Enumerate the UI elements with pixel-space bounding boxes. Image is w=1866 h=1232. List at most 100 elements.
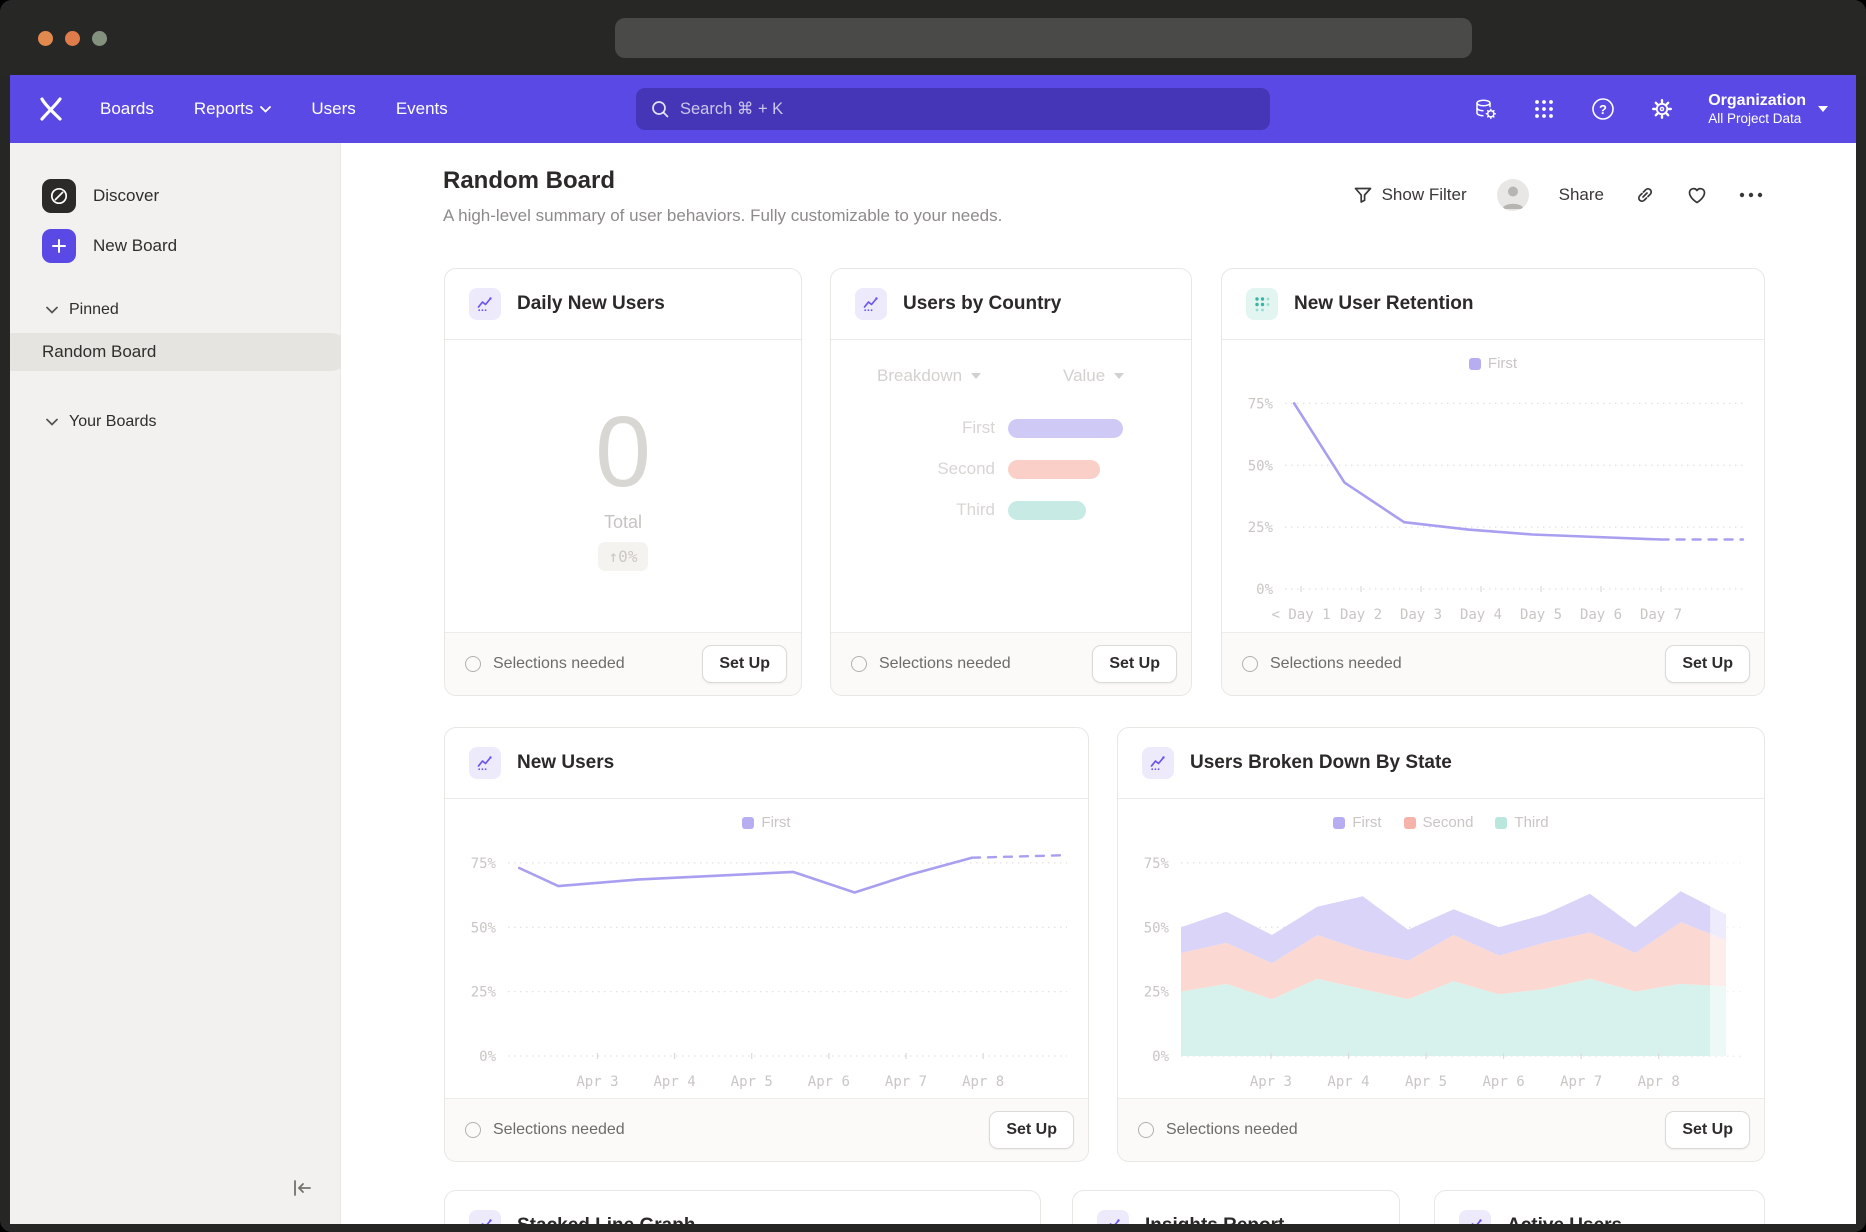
nav-users[interactable]: Users (311, 99, 355, 119)
chart-legend: First (445, 814, 1088, 831)
value-dropdown[interactable]: Value (1063, 366, 1124, 386)
svg-text:50%: 50% (1248, 458, 1274, 474)
sidebar: Discover New Board Pinned Random Board Y… (10, 143, 341, 1224)
section-label: Your Boards (69, 413, 156, 431)
stacked-area-chart: 75%50%25%0%Apr 3Apr 4Apr 5Apr 6Apr 7Apr … (1119, 840, 1763, 1098)
svg-text:?: ? (1599, 102, 1607, 117)
caret-down-icon (1114, 373, 1124, 379)
svg-text:Day 2: Day 2 (1340, 607, 1382, 623)
status-circle-icon (1242, 656, 1258, 672)
plus-icon (42, 229, 76, 263)
avatar[interactable] (1497, 179, 1529, 211)
metric-caption: Total (604, 512, 642, 533)
card-daily-new-users: Daily New Users 0 Total ↑0% Selections n… (444, 268, 802, 696)
svg-text:0%: 0% (1152, 1049, 1169, 1065)
mixpanel-logo-icon[interactable] (36, 94, 66, 124)
copy-link-icon[interactable] (1634, 184, 1656, 206)
window-zoom-button[interactable] (92, 31, 107, 46)
filter-funnel-icon (1353, 185, 1373, 205)
data-management-icon[interactable] (1472, 96, 1498, 122)
nav-boards[interactable]: Boards (100, 99, 154, 119)
window-titlebar (0, 0, 1866, 75)
card-title: Insights Report (1145, 1215, 1284, 1224)
svg-text:Apr 4: Apr 4 (654, 1074, 696, 1090)
top-navbar: Boards Reports Users Events Search ⌘ + K… (10, 75, 1856, 143)
svg-text:50%: 50% (1144, 920, 1170, 936)
nav-reports[interactable]: Reports (194, 99, 272, 119)
card-title: Users by Country (903, 293, 1061, 315)
global-search-input[interactable]: Search ⌘ + K (636, 88, 1270, 130)
metric-big-value: 0 (595, 402, 651, 502)
sidebar-item-discover[interactable]: Discover (42, 179, 159, 213)
settings-gear-icon[interactable] (1649, 96, 1675, 122)
window-close-button[interactable] (38, 31, 53, 46)
card-active-users: Active Users (1434, 1190, 1765, 1224)
sidebar-item-label: New Board (93, 236, 177, 256)
svg-text:Apr 5: Apr 5 (1405, 1074, 1447, 1090)
status-circle-icon (1138, 1122, 1154, 1138)
chevron-down-icon (46, 418, 58, 426)
breakdown-dropdown[interactable]: Breakdown (877, 366, 981, 386)
status-text: Selections needed (879, 655, 1011, 673)
line-chart-icon (1097, 1210, 1129, 1224)
org-switcher[interactable]: Organization All Project Data (1708, 91, 1828, 128)
org-scope: All Project Data (1708, 111, 1806, 128)
chart-legend: First (1222, 355, 1764, 372)
help-icon[interactable]: ? (1590, 96, 1616, 122)
legend-swatch (1404, 817, 1416, 829)
line-chart-icon (469, 747, 501, 779)
svg-text:50%: 50% (471, 920, 497, 936)
browser-url-bar[interactable] (615, 18, 1472, 58)
set-up-button[interactable]: Set Up (1665, 1111, 1750, 1149)
card-insights-report: Insights Report (1072, 1190, 1400, 1224)
board-actions: Show Filter Share (1353, 179, 1764, 211)
bar-row: First (831, 418, 1191, 438)
svg-text:Day 3: Day 3 (1400, 607, 1442, 623)
svg-text:Apr 5: Apr 5 (731, 1074, 773, 1090)
card-title: New Users (517, 752, 614, 774)
svg-text:Apr 6: Apr 6 (808, 1074, 850, 1090)
chevron-down-icon (46, 306, 58, 314)
set-up-button[interactable]: Set Up (1092, 645, 1177, 683)
primary-nav: Boards Reports Users Events (100, 99, 448, 119)
legend-swatch (1333, 817, 1345, 829)
svg-text:0%: 0% (479, 1049, 496, 1065)
set-up-button[interactable]: Set Up (989, 1111, 1074, 1149)
bar-second (1008, 460, 1100, 479)
share-button[interactable]: Share (1559, 185, 1604, 205)
status-circle-icon (465, 656, 481, 672)
show-filter-button[interactable]: Show Filter (1353, 185, 1467, 205)
sidebar-section-pinned[interactable]: Pinned (46, 301, 119, 319)
line-chart-icon (1142, 747, 1174, 779)
svg-text:Apr 8: Apr 8 (1638, 1074, 1680, 1090)
line-chart-icon (469, 1210, 501, 1224)
set-up-button[interactable]: Set Up (702, 645, 787, 683)
sidebar-collapse-button[interactable] (290, 1177, 314, 1204)
sidebar-item-random-board[interactable]: Random Board (10, 333, 350, 371)
sidebar-item-new-board[interactable]: New Board (42, 229, 177, 263)
search-placeholder: Search ⌘ + K (680, 99, 783, 119)
new-users-line-chart: 75%50%25%0%Apr 3Apr 4Apr 5Apr 6Apr 7Apr … (446, 840, 1087, 1098)
favorite-heart-icon[interactable] (1686, 184, 1708, 206)
more-options-icon[interactable] (1738, 191, 1764, 199)
card-title: New User Retention (1294, 293, 1473, 315)
page-subtitle: A high-level summary of user behaviors. … (443, 206, 1002, 226)
chevron-down-icon (260, 106, 271, 113)
window-minimize-button[interactable] (65, 31, 80, 46)
status-circle-icon (851, 656, 867, 672)
section-label: Pinned (69, 301, 119, 319)
apps-grid-icon[interactable] (1531, 96, 1557, 122)
svg-text:75%: 75% (471, 856, 497, 872)
card-users-by-country: Users by Country Breakdown Value First S… (830, 268, 1192, 696)
legend-swatch (1495, 817, 1507, 829)
svg-text:25%: 25% (1144, 985, 1170, 1001)
set-up-button[interactable]: Set Up (1665, 645, 1750, 683)
nav-events[interactable]: Events (396, 99, 448, 119)
card-title: Users Broken Down By State (1190, 752, 1452, 774)
status-text: Selections needed (1270, 655, 1402, 673)
svg-text:0%: 0% (1256, 582, 1273, 598)
bar-third (1008, 501, 1086, 520)
line-chart-icon (855, 288, 887, 320)
sidebar-section-your-boards[interactable]: Your Boards (46, 413, 156, 431)
card-users-by-state: Users Broken Down By State First Second … (1117, 727, 1765, 1162)
